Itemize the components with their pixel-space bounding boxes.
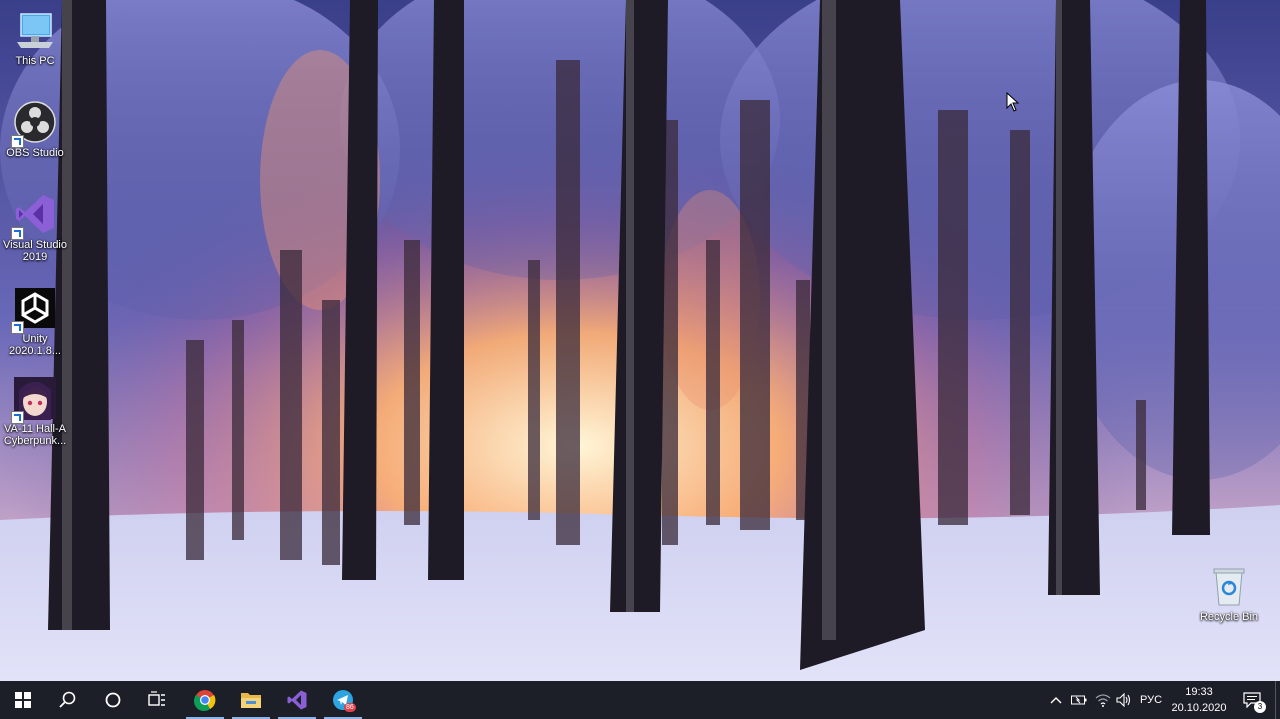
- wifi-icon: [1095, 694, 1111, 707]
- notification-count-badge: 3: [1254, 701, 1266, 713]
- task-view-button[interactable]: [134, 681, 180, 719]
- this-pc-icon: [13, 8, 57, 52]
- task-view-icon: [148, 691, 165, 706]
- network-tray-button[interactable]: [1092, 681, 1114, 719]
- visual-studio-icon: [11, 192, 57, 240]
- taskbar: 86 РУС 19:33 20.10.2020 3: [0, 681, 1280, 719]
- start-icon: [15, 692, 31, 708]
- taskbar-file-explorer[interactable]: [228, 681, 274, 719]
- this-pc-label: This PC: [15, 55, 55, 67]
- obs-icon: [11, 100, 57, 148]
- va11-halla-label: VA-11 Hall-A Cyberpunk...: [3, 423, 67, 447]
- language-indicator: РУС: [1139, 694, 1163, 706]
- telegram-unread-badge: 86: [344, 703, 356, 712]
- search-button[interactable]: [45, 681, 91, 719]
- chrome-icon: [194, 690, 216, 711]
- show-hidden-icons-button[interactable]: [1046, 681, 1066, 719]
- shortcut-arrow-icon: [11, 411, 24, 424]
- unity-label: Unity 2020.1.8...: [9, 333, 61, 357]
- input-language-button[interactable]: РУС: [1136, 681, 1166, 719]
- volume-tray-button[interactable]: [1114, 681, 1134, 719]
- shortcut-arrow-icon: [11, 321, 24, 334]
- desktop-icon-recycle-bin[interactable]: Recycle Bin: [1194, 564, 1264, 623]
- visual-studio-label: Visual Studio 2019: [2, 239, 67, 263]
- taskbar-telegram[interactable]: 86: [320, 681, 366, 719]
- desktop-wallpaper: [0, 0, 1280, 719]
- cortana-button[interactable]: [90, 681, 136, 719]
- taskbar-chrome[interactable]: [182, 681, 228, 719]
- show-desktop-button[interactable]: [1275, 681, 1280, 719]
- clock-time: 19:33: [1185, 686, 1213, 698]
- desktop-icon-visual-studio[interactable]: Visual Studio 2019: [0, 192, 70, 263]
- desktop-icon-obs-studio[interactable]: OBS Studio: [0, 100, 70, 159]
- shortcut-arrow-icon: [11, 135, 24, 148]
- search-icon: [59, 691, 76, 708]
- clock-date: 20.10.2020: [1171, 702, 1227, 714]
- va11-halla-icon: [11, 376, 57, 424]
- mouse-cursor-icon: [1006, 92, 1020, 112]
- battery-tray-button[interactable]: [1068, 681, 1090, 719]
- obs-studio-label: OBS Studio: [6, 147, 64, 159]
- recycle-bin-label: Recycle Bin: [1199, 611, 1259, 623]
- chevron-up-icon: [1050, 697, 1062, 704]
- desktop-icon-unity[interactable]: Unity 2020.1.8...: [0, 286, 70, 357]
- desktop-icon-this-pc[interactable]: This PC: [0, 8, 70, 67]
- unity-icon: [11, 286, 57, 334]
- start-button[interactable]: [0, 681, 46, 719]
- shortcut-arrow-icon: [11, 227, 24, 240]
- file-explorer-icon: [241, 693, 261, 708]
- speaker-icon: [1116, 693, 1131, 707]
- taskbar-visual-studio[interactable]: [274, 681, 320, 719]
- visual-studio-icon: [287, 690, 307, 710]
- cortana-icon: [105, 692, 121, 708]
- recycle-bin-icon: [1207, 564, 1251, 608]
- battery-icon: [1071, 695, 1087, 705]
- desktop-icon-va11-halla[interactable]: VA-11 Hall-A Cyberpunk...: [0, 376, 70, 447]
- action-center-button[interactable]: 3: [1236, 681, 1268, 719]
- clock-button[interactable]: 19:33 20.10.2020: [1168, 684, 1230, 716]
